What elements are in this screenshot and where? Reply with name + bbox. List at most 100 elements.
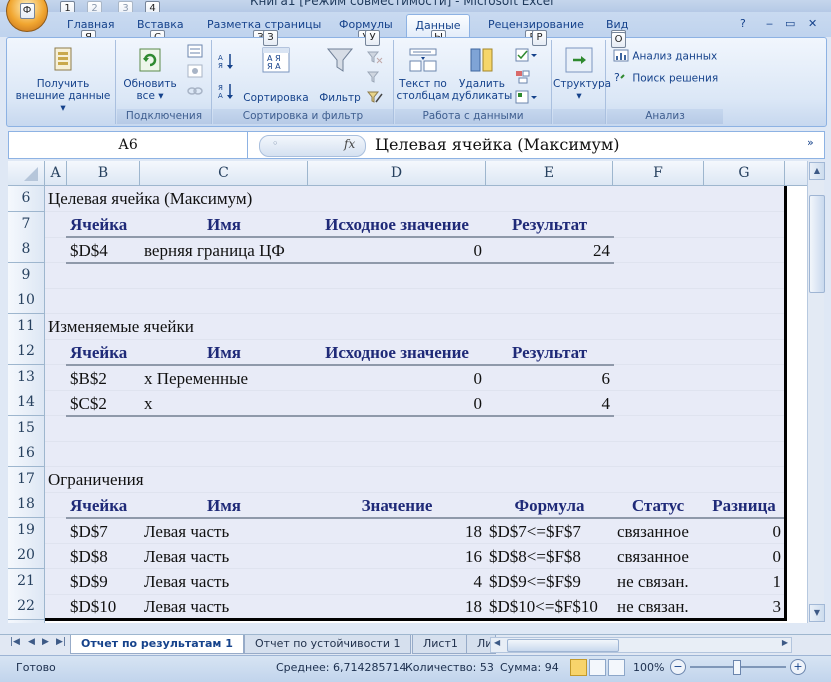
horizontal-scrollbar[interactable]: ◀ ▶ — [490, 637, 792, 653]
sheet-tab-sheet1[interactable]: Лист1 — [412, 635, 469, 654]
row-header-9[interactable]: 9 — [8, 262, 45, 289]
select-all-corner[interactable] — [8, 161, 45, 185]
minimize-icon[interactable]: ‒ — [766, 17, 773, 30]
row-header-13[interactable]: 13 — [8, 364, 45, 391]
get-external-line2: внешние данные ▾ — [15, 90, 111, 114]
col-header-cell: Ячейка — [70, 215, 128, 234]
data-validation-icon[interactable] — [515, 48, 537, 65]
zoom-slider-thumb[interactable] — [733, 660, 741, 675]
close-icon[interactable]: ✕ — [808, 17, 817, 30]
last-sheet-icon[interactable]: ▶| — [56, 637, 66, 647]
row-header-22[interactable]: 22 — [8, 594, 45, 620]
sheet-tab-results[interactable]: Отчет по результатам 1 — [70, 635, 244, 654]
outline-button[interactable]: Структура ▾ — [553, 46, 611, 102]
expand-arrow-icon[interactable]: ◦ — [272, 137, 279, 150]
scroll-up-icon[interactable]: ▲ — [809, 162, 825, 180]
clear-filter-icon[interactable] — [366, 50, 383, 67]
keytip-office: Ф — [19, 3, 35, 19]
horizontal-scroll-thumb[interactable] — [507, 639, 619, 652]
table-rule — [66, 415, 614, 417]
prev-sheet-icon[interactable]: ◀ — [28, 637, 35, 647]
row-header-17[interactable]: 17 — [8, 466, 45, 493]
row-header-14[interactable]: 14 — [8, 390, 45, 416]
constraint-cell-slack: 0 — [772, 547, 782, 566]
restore-icon[interactable]: ▭ — [785, 17, 795, 30]
first-sheet-icon[interactable]: |◀ — [10, 637, 20, 647]
row-header-10[interactable]: 10 — [8, 288, 45, 314]
what-if-icon[interactable] — [515, 90, 537, 107]
sort-az-icon[interactable]: АЯ — [217, 52, 235, 73]
constraint-cell-slack: 1 — [772, 572, 782, 591]
changing-cell-ref: $C$2 — [70, 394, 107, 413]
advanced-filter-icon[interactable] — [366, 90, 383, 107]
row-header-16[interactable]: 16 — [8, 441, 45, 467]
sort-za-icon[interactable]: ЯА — [217, 82, 235, 103]
column-header-f[interactable]: F — [613, 161, 704, 185]
refresh-all-button[interactable]: Обновить все ▾ — [119, 46, 181, 102]
text-to-columns-button[interactable]: Текст по столбцам — [395, 46, 451, 102]
column-header-c[interactable]: C — [140, 161, 308, 185]
sort-button[interactable]: А ЯЯ А Сортировка — [241, 46, 311, 104]
get-external-data-button[interactable]: Получить внешние данные ▾ — [13, 46, 113, 114]
vertical-scroll-thumb[interactable] — [809, 195, 825, 293]
remove-duplicates-line2: дубликаты — [451, 90, 513, 102]
row-header-8[interactable]: 8 — [8, 237, 45, 263]
column-header-e[interactable]: E — [486, 161, 613, 185]
group-label-outline — [553, 109, 605, 124]
name-box[interactable]: А6 — [9, 132, 248, 158]
col-header-name: Имя — [207, 496, 241, 515]
text-to-columns-line2: столбцам — [396, 90, 450, 102]
solver-button[interactable]: ? Поиск решения — [613, 70, 718, 87]
row-header-20[interactable]: 20 — [8, 543, 45, 569]
row-header-18[interactable]: 18 — [8, 492, 45, 518]
consolidate-icon[interactable] — [515, 70, 531, 87]
fx-icon[interactable]: fx — [344, 137, 355, 151]
group-data-tools: Текст по столбцам Удалить дубликаты Р Ра… — [395, 30, 552, 124]
expand-formula-bar-icon[interactable]: » — [807, 136, 814, 149]
reapply-icon[interactable] — [366, 70, 383, 87]
sheet-tab-sensitivity[interactable]: Отчет по устойчивости 1 — [244, 635, 412, 654]
connections-icon[interactable] — [187, 44, 203, 61]
row-header-15[interactable]: 15 — [8, 415, 45, 442]
row-header-11[interactable]: 11 — [8, 313, 45, 340]
constraint-cell-value: 4 — [473, 572, 483, 591]
row-header-7[interactable]: 7 — [8, 211, 45, 238]
filter-button[interactable]: Фильтр — [317, 46, 363, 104]
col-header-status: Статус — [631, 496, 685, 515]
row-header-12[interactable]: 12 — [8, 339, 45, 365]
row-header-21[interactable]: 21 — [8, 568, 45, 595]
formula-input[interactable]: Целевая ячейка (Максимум) — [375, 132, 620, 158]
row-header-6[interactable]: 6 — [8, 186, 45, 212]
column-header-d[interactable]: D — [308, 161, 486, 185]
page-layout-view-icon[interactable] — [589, 659, 606, 676]
vertical-scrollbar[interactable]: ▲ ▼ — [807, 161, 825, 623]
remove-duplicates-button[interactable]: Удалить дубликаты — [451, 46, 513, 102]
row-header-23[interactable]: 23 — [8, 619, 45, 623]
column-header-b[interactable]: B — [67, 161, 140, 185]
help-icon[interactable]: ? — [740, 17, 746, 30]
next-sheet-icon[interactable]: ▶ — [42, 637, 49, 647]
changing-cell-name: x Переменные — [144, 369, 249, 388]
column-header-g[interactable]: G — [704, 161, 785, 185]
zoom-out-icon[interactable]: − — [670, 659, 686, 675]
constraint-cell-formula: $D$10<=$F$10 — [489, 597, 598, 616]
worksheet[interactable]: A B C D E F G 6 7 8 9 10 11 12 13 14 15 … — [8, 161, 823, 623]
scroll-left-icon[interactable]: ◀ — [494, 638, 500, 647]
column-header-a[interactable]: A — [45, 161, 67, 185]
status-bar: Готово Среднее: 6,714285714 Количество: … — [0, 655, 831, 682]
row-header-19[interactable]: 19 — [8, 517, 45, 544]
section-title-constraints: Ограничения — [48, 470, 144, 489]
target-cell-initial: 0 — [473, 241, 483, 260]
normal-view-icon[interactable] — [570, 659, 587, 676]
page-break-view-icon[interactable] — [608, 659, 625, 676]
edit-links-icon[interactable] — [187, 84, 203, 101]
scroll-right-icon[interactable]: ▶ — [782, 638, 788, 647]
col-header-name: Имя — [207, 343, 241, 362]
constraint-cell-ref: $D$10 — [70, 597, 117, 616]
solver-label: Поиск решения — [632, 72, 719, 85]
properties-icon[interactable] — [187, 64, 203, 81]
data-analysis-button[interactable]: Анализ данных — [613, 48, 717, 65]
zoom-in-icon[interactable]: + — [790, 659, 806, 675]
scroll-down-icon[interactable]: ▼ — [809, 604, 825, 622]
zoom-level[interactable]: 100% — [633, 661, 664, 674]
